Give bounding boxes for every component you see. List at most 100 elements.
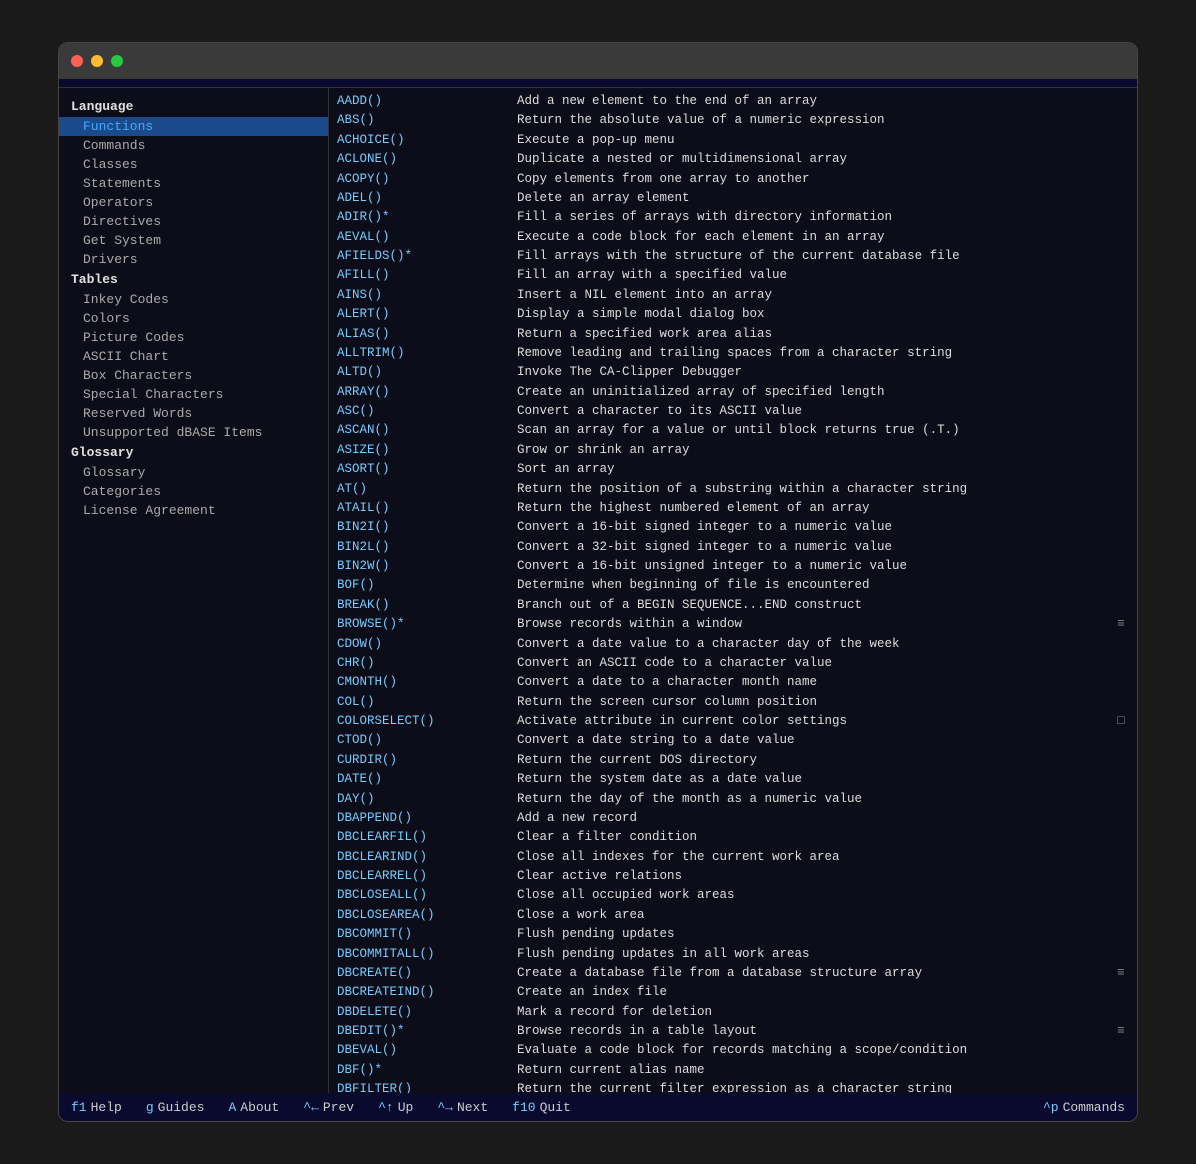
function-description: Return the current filter expression as …	[517, 1080, 1129, 1093]
function-description: Convert a character to its ASCII value	[517, 402, 1129, 421]
function-row[interactable]: DBCREATEIND()Create an index file	[337, 983, 1129, 1002]
function-row[interactable]: BREAK()Branch out of a BEGIN SEQUENCE...…	[337, 596, 1129, 615]
status-item-A[interactable]: AAbout	[228, 1100, 279, 1115]
function-row[interactable]: BIN2L()Convert a 32-bit signed integer t…	[337, 538, 1129, 557]
sidebar-item-operators[interactable]: Operators	[59, 193, 328, 212]
function-row[interactable]: CHR()Convert an ASCII code to a characte…	[337, 654, 1129, 673]
function-row[interactable]: ASORT()Sort an array	[337, 460, 1129, 479]
status-right-key: ^p	[1043, 1100, 1059, 1115]
sidebar-item-asciichart[interactable]: ASCII Chart	[59, 347, 328, 366]
function-row[interactable]: ACLONE()Duplicate a nested or multidimen…	[337, 150, 1129, 169]
sidebar-item-glossary[interactable]: Glossary	[59, 463, 328, 482]
function-row[interactable]: DBEVAL()Evaluate a code block for record…	[337, 1041, 1129, 1060]
function-row[interactable]: DBCLEARREL()Clear active relations	[337, 867, 1129, 886]
function-row[interactable]: BROWSE()*Browse records within a window≡	[337, 615, 1129, 634]
function-row[interactable]: ADIR()*Fill a series of arrays with dire…	[337, 208, 1129, 227]
sidebar-item-commands[interactable]: Commands	[59, 136, 328, 155]
sidebar-item-drivers[interactable]: Drivers	[59, 250, 328, 269]
status-item-[interactable]: ^←Prev	[303, 1100, 354, 1115]
minimize-button[interactable]	[91, 55, 103, 67]
function-row[interactable]: ALIAS()Return a specified work area alia…	[337, 325, 1129, 344]
function-name: DAY()	[337, 790, 517, 809]
status-right[interactable]: ^pCommands	[1043, 1100, 1125, 1115]
function-icon: ≡	[1113, 615, 1129, 634]
sidebar-item-specialcharacters[interactable]: Special Characters	[59, 385, 328, 404]
status-label: Prev	[323, 1100, 354, 1115]
function-name: ASCAN()	[337, 421, 517, 440]
function-row[interactable]: ASC()Convert a character to its ASCII va…	[337, 402, 1129, 421]
status-item-f1[interactable]: f1 Help	[71, 1100, 122, 1115]
sidebar-item-classes[interactable]: Classes	[59, 155, 328, 174]
function-row[interactable]: DATE()Return the system date as a date v…	[337, 770, 1129, 789]
function-row[interactable]: ACOPY()Copy elements from one array to a…	[337, 170, 1129, 189]
close-button[interactable]	[71, 55, 83, 67]
function-row[interactable]: ACHOICE()Execute a pop-up menu	[337, 131, 1129, 150]
status-key: f1	[71, 1100, 87, 1115]
function-description: Remove leading and trailing spaces from …	[517, 344, 1129, 363]
status-label: Help	[91, 1100, 122, 1115]
function-row[interactable]: ALTD()Invoke The CA-Clipper Debugger	[337, 363, 1129, 382]
sidebar-item-categories[interactable]: Categories	[59, 482, 328, 501]
function-row[interactable]: DBCOMMIT()Flush pending updates	[337, 925, 1129, 944]
function-row[interactable]: ALLTRIM()Remove leading and trailing spa…	[337, 344, 1129, 363]
function-row[interactable]: DBCREATE()Create a database file from a …	[337, 964, 1129, 983]
sidebar-item-getsystem[interactable]: Get System	[59, 231, 328, 250]
sidebar-item-unsupporteddbase[interactable]: Unsupported dBASE Items	[59, 423, 328, 442]
function-row[interactable]: COL()Return the screen cursor column pos…	[337, 693, 1129, 712]
function-row[interactable]: AINS()Insert a NIL element into an array	[337, 286, 1129, 305]
function-row[interactable]: ADEL()Delete an array element	[337, 189, 1129, 208]
function-row[interactable]: COLORSELECT()Activate attribute in curre…	[337, 712, 1129, 731]
sidebar-item-inkeycodes[interactable]: Inkey Codes	[59, 290, 328, 309]
function-row[interactable]: AFIELDS()*Fill arrays with the structure…	[337, 247, 1129, 266]
function-description: Grow or shrink an array	[517, 441, 1129, 460]
sidebar-item-statements[interactable]: Statements	[59, 174, 328, 193]
function-row[interactable]: ARRAY()Create an uninitialized array of …	[337, 383, 1129, 402]
function-row[interactable]: DBDELETE()Mark a record for deletion	[337, 1003, 1129, 1022]
sidebar-item-functions[interactable]: Functions	[59, 117, 328, 136]
function-row[interactable]: DBAPPEND()Add a new record	[337, 809, 1129, 828]
function-row[interactable]: ASIZE()Grow or shrink an array	[337, 441, 1129, 460]
function-row[interactable]: DAY()Return the day of the month as a nu…	[337, 790, 1129, 809]
function-description: Clear a filter condition	[517, 828, 1129, 847]
function-name: BREAK()	[337, 596, 517, 615]
sidebar-item-colors[interactable]: Colors	[59, 309, 328, 328]
function-row[interactable]: CDOW()Convert a date value to a characte…	[337, 635, 1129, 654]
maximize-button[interactable]	[111, 55, 123, 67]
function-row[interactable]: AFILL()Fill an array with a specified va…	[337, 266, 1129, 285]
sidebar-item-directives[interactable]: Directives	[59, 212, 328, 231]
function-row[interactable]: DBCOMMITALL()Flush pending updates in al…	[337, 945, 1129, 964]
status-key: ^→	[437, 1100, 453, 1115]
sidebar-item-boxcharacters[interactable]: Box Characters	[59, 366, 328, 385]
sidebar-item-licenseagreement[interactable]: License Agreement	[59, 501, 328, 520]
function-row[interactable]: AADD()Add a new element to the end of an…	[337, 92, 1129, 111]
function-row[interactable]: CURDIR()Return the current DOS directory	[337, 751, 1129, 770]
function-row[interactable]: DBCLOSEALL()Close all occupied work area…	[337, 886, 1129, 905]
function-row[interactable]: ATAIL()Return the highest numbered eleme…	[337, 499, 1129, 518]
function-row[interactable]: CMONTH()Convert a date to a character mo…	[337, 673, 1129, 692]
function-row[interactable]: ALERT()Display a simple modal dialog box	[337, 305, 1129, 324]
status-item-g[interactable]: gGuides	[146, 1100, 205, 1115]
status-item-[interactable]: ^↑Up	[378, 1100, 413, 1115]
function-row[interactable]: AT()Return the position of a substring w…	[337, 480, 1129, 499]
sidebar-item-picturecodes[interactable]: Picture Codes	[59, 328, 328, 347]
function-row[interactable]: BIN2W()Convert a 16-bit unsigned integer…	[337, 557, 1129, 576]
function-row[interactable]: DBFILTER()Return the current filter expr…	[337, 1080, 1129, 1093]
main-panel[interactable]: AADD()Add a new element to the end of an…	[329, 88, 1137, 1093]
function-row[interactable]: DBCLEARFIL()Clear a filter condition	[337, 828, 1129, 847]
function-row[interactable]: DBEDIT()*Browse records in a table layou…	[337, 1022, 1129, 1041]
status-item-[interactable]: ^→Next	[437, 1100, 488, 1115]
function-row[interactable]: CTOD()Convert a date string to a date va…	[337, 731, 1129, 750]
function-row[interactable]: AEVAL()Execute a code block for each ele…	[337, 228, 1129, 247]
sidebar-item-reservedwords[interactable]: Reserved Words	[59, 404, 328, 423]
function-row[interactable]: DBCLEARIND()Close all indexes for the cu…	[337, 848, 1129, 867]
function-row[interactable]: DBF()*Return current alias name	[337, 1061, 1129, 1080]
function-description: Execute a pop-up menu	[517, 131, 1129, 150]
function-name: DBDELETE()	[337, 1003, 517, 1022]
function-row[interactable]: BOF()Determine when beginning of file is…	[337, 576, 1129, 595]
function-row[interactable]: DBCLOSEAREA()Close a work area	[337, 906, 1129, 925]
function-row[interactable]: BIN2I()Convert a 16-bit signed integer t…	[337, 518, 1129, 537]
function-row[interactable]: ASCAN()Scan an array for a value or unti…	[337, 421, 1129, 440]
function-row[interactable]: ABS()Return the absolute value of a nume…	[337, 111, 1129, 130]
status-item-f10[interactable]: f10Quit	[512, 1100, 571, 1115]
function-description: Convert a date value to a character day …	[517, 635, 1129, 654]
